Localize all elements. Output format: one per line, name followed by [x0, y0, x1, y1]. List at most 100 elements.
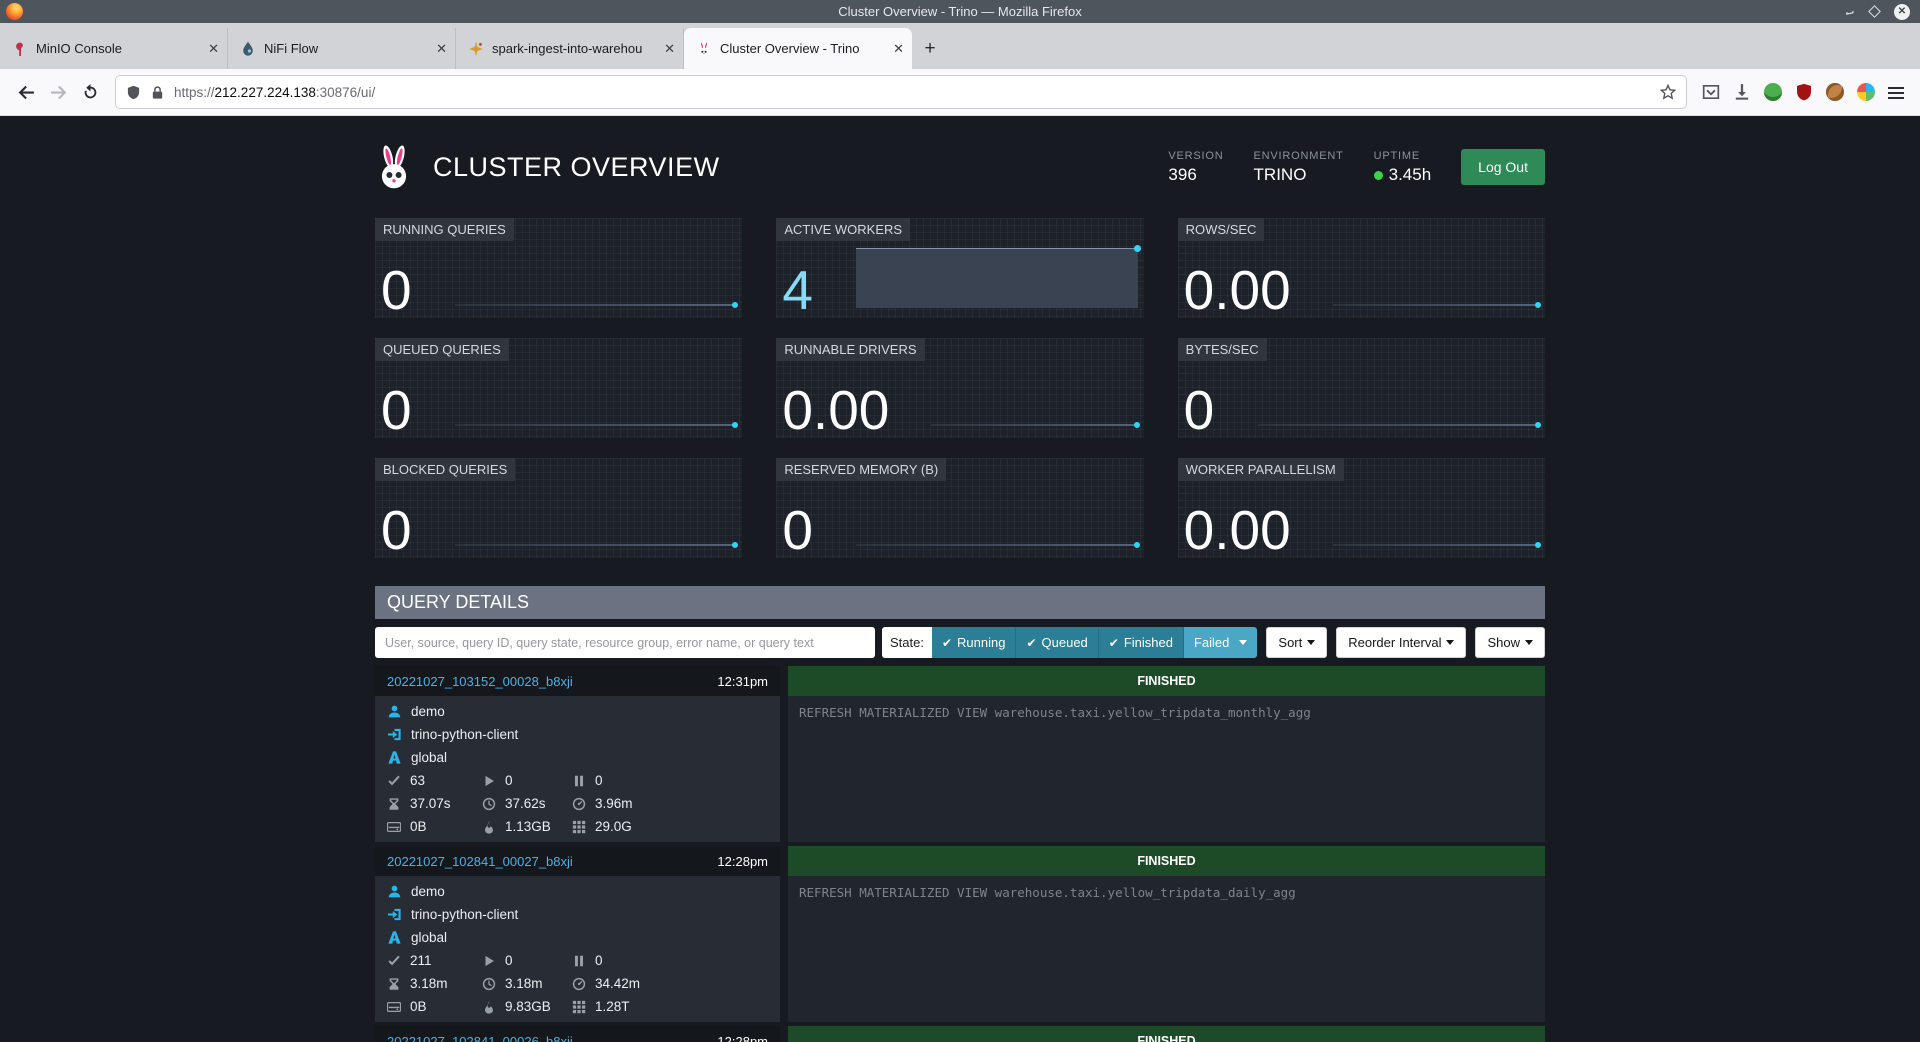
query-card-header: 20221027_102841_00026_b8xji 12:28pm [375, 1026, 780, 1042]
state-running-label: Running [957, 635, 1005, 650]
new-tab-button[interactable]: + [912, 28, 948, 69]
window-title: Cluster Overview - Trino — Mozilla Firef… [0, 0, 1920, 23]
state-failed-dropdown[interactable]: Failed [1183, 627, 1257, 658]
source-sign-in-icon [387, 907, 402, 922]
query-status-badge: FINISHED [788, 1026, 1545, 1042]
save-tray-icon[interactable] [1702, 83, 1720, 101]
nifi-favicon-drop-icon [240, 41, 256, 57]
cookie-extension-icon[interactable] [1826, 83, 1844, 101]
ublock-shield-icon[interactable] [1795, 83, 1813, 101]
tile-value: 0 [381, 503, 412, 558]
extension-green-icon[interactable] [1764, 83, 1782, 101]
sort-dropdown[interactable]: Sort [1266, 627, 1327, 658]
sparkline-area [856, 248, 1137, 308]
tab-close-icon[interactable]: ✕ [664, 41, 675, 57]
environment-value: TRINO [1254, 165, 1344, 185]
trino-header: CLUSTER OVERVIEW VERSION 396 ENVIRONMENT… [375, 116, 1545, 202]
pause-icon [572, 954, 586, 968]
tab-label: spark-ingest-into-warehou [492, 41, 658, 56]
url-host: 212.227.224.138 [215, 85, 316, 100]
query-id-link[interactable]: 20221027_102841_00027_b8xji [387, 854, 573, 869]
maximize-button[interactable] [1868, 5, 1881, 18]
tab-bar: MinIO Console ✕ NiFi Flow ✕ spark-ingest… [0, 23, 1920, 69]
lock-icon[interactable] [150, 85, 165, 100]
tile-label: BYTES/SEC [1178, 338, 1267, 361]
elapsed-time: 3.18m [410, 976, 448, 991]
tab-close-icon[interactable]: ✕ [208, 41, 219, 57]
tile-value: 0 [782, 503, 813, 558]
tab-label: NiFi Flow [264, 41, 430, 56]
tracking-protection-shield-icon[interactable] [126, 85, 141, 100]
chevron-down-icon [1525, 640, 1533, 645]
url-path: :30876/ui/ [316, 85, 375, 100]
query-sql-text: REFRESH MATERIALIZED VIEW warehouse.taxi… [788, 876, 1545, 1022]
tile-label: RESERVED MEMORY (B) [776, 458, 946, 481]
state-queued-label: Queued [1042, 635, 1088, 650]
cumulative-memory: 1.28T [595, 999, 630, 1014]
back-button[interactable] [10, 76, 42, 108]
state-finished-button[interactable]: ✔ Finished [1098, 627, 1183, 658]
state-failed-label: Failed [1194, 635, 1229, 650]
state-filter-label: State: [882, 627, 932, 658]
sparkline [1258, 424, 1539, 426]
sort-label: Sort [1278, 635, 1302, 650]
check-icon: ✔ [1109, 636, 1119, 650]
uptime-block: UPTIME 3.45h [1374, 150, 1432, 185]
peak-memory: 9.83GB [505, 999, 551, 1014]
url-bar[interactable]: https://212.227.224.138:30876/ui/ [116, 76, 1686, 108]
trino-cluster-overview-page: CLUSTER OVERVIEW VERSION 396 ENVIRONMENT… [0, 116, 1920, 1042]
query-time: 12:31pm [717, 674, 768, 689]
downloads-icon[interactable] [1733, 83, 1751, 101]
query-status-badge: FINISHED [788, 666, 1545, 696]
close-window-button[interactable]: ✕ [1894, 4, 1910, 20]
tile-blocked-queries: BLOCKED QUERIES 0 [375, 458, 742, 558]
show-dropdown[interactable]: Show [1475, 627, 1545, 658]
execution-time: 3.96m [595, 796, 633, 811]
window-titlebar: Cluster Overview - Trino — Mozilla Firef… [0, 0, 1920, 23]
state-queued-button[interactable]: ✔ Queued [1015, 627, 1097, 658]
query-id-link[interactable]: 20221027_103152_00028_b8xji [387, 674, 573, 689]
query-id-link[interactable]: 20221027_102841_00026_b8xji [387, 1034, 573, 1042]
hdd-icon [387, 1000, 401, 1014]
sparkline [931, 424, 1137, 426]
tile-label: BLOCKED QUERIES [375, 458, 515, 481]
minimize-button[interactable] [1846, 9, 1854, 15]
execution-time: 34.42m [595, 976, 640, 991]
menu-icon[interactable] [1888, 87, 1904, 99]
query-memory-row: 0B 1.13GB 29.0G [387, 815, 768, 838]
logout-button[interactable]: Log Out [1461, 149, 1545, 185]
tile-running-queries: RUNNING QUERIES 0 [375, 218, 742, 318]
sparkline [455, 424, 736, 426]
tab-spark-notebook[interactable]: spark-ingest-into-warehou ✕ [456, 28, 684, 69]
navigation-toolbar: https://212.227.224.138:30876/ui/ [0, 69, 1920, 116]
check-icon: ✔ [942, 636, 952, 650]
uptime-status-dot [1374, 171, 1383, 180]
bookmark-star-icon[interactable] [1660, 84, 1676, 100]
query-detail-panel: FINISHED REFRESH MATERIALIZED VIEW wareh… [788, 666, 1545, 842]
query-memory-row: 0B 9.83GB 1.28T [387, 995, 768, 1018]
reorder-interval-dropdown[interactable]: Reorder Interval [1336, 627, 1466, 658]
query-search-input[interactable] [375, 627, 875, 658]
query-source: trino-python-client [411, 907, 518, 922]
source-sign-in-icon [387, 727, 402, 742]
chevron-down-icon [1239, 640, 1247, 645]
tab-minio-console[interactable]: MinIO Console ✕ [0, 28, 228, 69]
tab-close-icon[interactable]: ✕ [436, 41, 447, 57]
query-user: demo [411, 884, 445, 899]
show-label: Show [1487, 635, 1520, 650]
reload-button[interactable] [74, 76, 106, 108]
tab-cluster-overview-trino[interactable]: Cluster Overview - Trino ✕ [684, 28, 912, 69]
tab-nifi-flow[interactable]: NiFi Flow ✕ [228, 28, 456, 69]
tab-close-icon[interactable]: ✕ [893, 41, 904, 57]
query-status-badge: FINISHED [788, 846, 1545, 876]
state-filter-group: State: ✔ Running ✔ Queued ✔ Finished Fa [882, 627, 1257, 658]
tile-runnable-drivers: RUNNABLE DRIVERS 0.00 [776, 338, 1143, 438]
state-running-button[interactable]: ✔ Running [932, 627, 1016, 658]
peak-memory: 1.13GB [505, 819, 551, 834]
check-icon [387, 774, 401, 788]
forward-button[interactable] [42, 76, 74, 108]
query-card-body: demo trino-python-client global 63 0 0 3… [375, 696, 780, 842]
cpu-time: 37.62s [505, 796, 546, 811]
query-time: 12:28pm [717, 1034, 768, 1042]
pinwheel-extension-icon[interactable] [1857, 83, 1875, 101]
